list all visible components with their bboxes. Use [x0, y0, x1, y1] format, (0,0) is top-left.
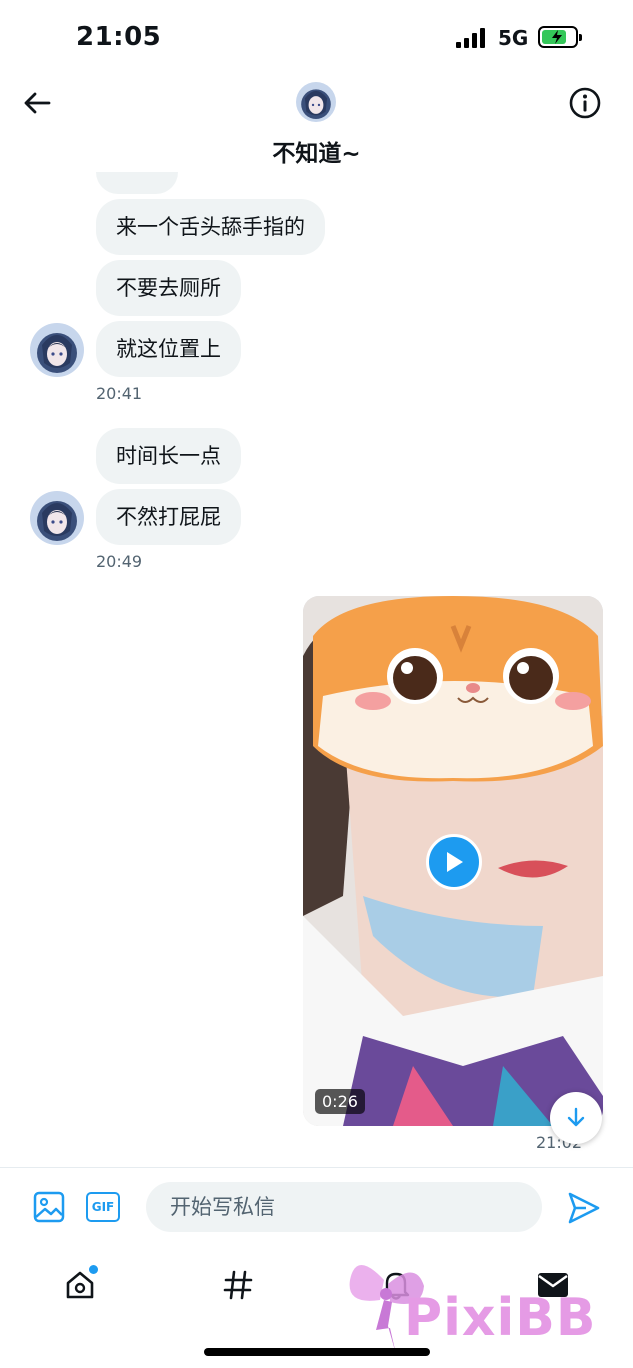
- conversation-title[interactable]: 不知道~: [0, 134, 633, 168]
- scroll-to-bottom-button[interactable]: [550, 1092, 602, 1144]
- hashtag-icon: [223, 1270, 253, 1300]
- message-composer: GIF: [0, 1167, 633, 1247]
- back-arrow-icon: [24, 92, 51, 114]
- message-timestamp: 20:49: [96, 552, 143, 571]
- message-bubble[interactable]: 来一个舌头舔手指的: [96, 199, 325, 255]
- play-icon: [447, 852, 463, 872]
- battery-icon: [538, 26, 582, 48]
- tab-home[interactable]: [60, 1265, 100, 1305]
- status-bar: 21:05 5G: [0, 0, 633, 72]
- message-bubble[interactable]: 不要去厕所: [96, 260, 241, 316]
- sender-avatar[interactable]: [30, 323, 84, 377]
- conversation-header: 不知道~: [0, 72, 633, 172]
- info-button[interactable]: [568, 86, 602, 120]
- gif-label: GIF: [91, 1200, 115, 1214]
- header-avatar[interactable]: [296, 82, 336, 122]
- message-timestamp: 20:41: [96, 384, 143, 403]
- sender-avatar[interactable]: [30, 491, 84, 545]
- arrow-down-icon: [567, 1107, 585, 1127]
- video-message[interactable]: 0:26: [303, 596, 603, 1126]
- signal-icon: [456, 28, 490, 48]
- image-icon: [33, 1191, 65, 1223]
- back-button[interactable]: [20, 86, 54, 120]
- network-type: 5G: [498, 26, 529, 50]
- message-bubble[interactable]: 就这位置上: [96, 321, 241, 377]
- tab-explore[interactable]: [218, 1265, 258, 1305]
- notification-dot: [89, 1265, 98, 1274]
- video-duration: 0:26: [315, 1089, 365, 1114]
- send-icon: [568, 1192, 600, 1224]
- watermark-text: PixiBB: [404, 1288, 597, 1348]
- media-button[interactable]: [32, 1190, 66, 1224]
- info-icon: [569, 87, 601, 119]
- gif-button[interactable]: GIF: [86, 1192, 120, 1222]
- message-bubble[interactable]: 时间长一点: [96, 428, 241, 484]
- message-bubble[interactable]: 不然打屁屁: [96, 489, 241, 545]
- message-input[interactable]: [146, 1182, 542, 1232]
- message-bubble-partial[interactable]: [96, 172, 178, 194]
- home-indicator: [204, 1348, 430, 1356]
- play-button[interactable]: [426, 834, 482, 890]
- send-button[interactable]: [566, 1190, 602, 1226]
- status-time: 21:05: [76, 22, 162, 52]
